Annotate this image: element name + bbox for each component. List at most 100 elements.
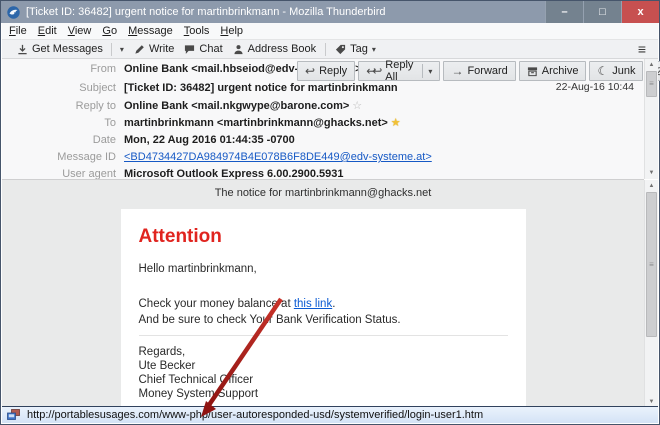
tag-label: Tag	[350, 43, 368, 55]
date-label: Date	[92, 134, 116, 146]
junk-label: Junk	[612, 65, 636, 77]
menu-view[interactable]: View	[68, 25, 92, 37]
to-label: To	[104, 117, 116, 129]
junk-button[interactable]: ☾ Junk	[589, 61, 644, 81]
link-target-icon	[7, 409, 20, 420]
grip-icon: ≡	[649, 259, 654, 269]
body-scrollbar[interactable]: ▲ ≡ ▼	[644, 180, 658, 408]
menu-file[interactable]: File	[9, 25, 27, 37]
scrollbar-thumb[interactable]: ≡	[646, 192, 657, 337]
balance-text: Check your money balance at	[138, 298, 294, 310]
pen-icon	[135, 44, 144, 54]
message-id-link[interactable]: <BD4734427DA984974B4E078B6F8DE449@edv-sy…	[124, 151, 432, 164]
letter-heading: Attention	[138, 226, 222, 247]
window-title: [Ticket ID: 36482] urgent notice for mar…	[26, 6, 386, 18]
balance-period: .	[332, 298, 336, 310]
date-value: Mon, 22 Aug 2016 01:44:35 -0700	[124, 134, 295, 146]
star-icon[interactable]: ☆	[352, 100, 362, 113]
status-url: http://portablesusages.com/www-php/user-…	[27, 409, 484, 421]
grip-icon: ≡	[649, 79, 654, 88]
verify-line: And be sure to check Your Bank Verificat…	[138, 314, 401, 326]
thunderbird-icon	[7, 5, 20, 19]
chat-label: Chat	[199, 43, 223, 55]
status-bar: http://portablesusages.com/www-php/user-…	[2, 406, 658, 423]
chevron-down-icon[interactable]: ▾	[372, 45, 376, 54]
split-divider	[421, 64, 423, 78]
get-messages-label: Get Messages	[32, 43, 103, 55]
subject-label: Subject	[79, 82, 116, 94]
reply-all-button[interactable]: ↩↩ Reply All ▾	[358, 59, 441, 83]
star-filled-icon[interactable]: ★	[391, 117, 401, 130]
header-row-date: Date Mon, 22 Aug 2016 01:44:35 -0700	[2, 134, 295, 147]
chevron-down-icon[interactable]: ▾	[428, 67, 432, 76]
reply-button[interactable]: ↩ Reply	[297, 61, 356, 81]
chat-bubble-icon	[185, 44, 195, 54]
tag-button[interactable]: Tag ▾	[330, 41, 381, 58]
scrollbar-thumb[interactable]: ≡	[646, 71, 657, 97]
letter-greeting: Hello martinbrinkmann,	[138, 263, 257, 275]
message-body-pane: The notice for martinbrinkmann@ghacks.ne…	[2, 179, 644, 408]
reply-all-arrow-icon: ↩↩	[366, 64, 382, 78]
menu-message[interactable]: Message	[128, 25, 173, 37]
minimize-button[interactable]: –	[545, 1, 583, 23]
message-id-label: Message ID	[57, 151, 116, 163]
from-label: From	[90, 63, 116, 75]
signature-regards: Regards,	[138, 346, 186, 358]
write-label: Write	[148, 43, 175, 55]
chat-button[interactable]: Chat	[179, 41, 227, 58]
forward-arrow-icon: →	[451, 64, 464, 78]
junk-flame-icon: ☾	[597, 64, 609, 78]
get-messages-button[interactable]: Get Messages ▾	[12, 41, 129, 58]
menu-help[interactable]: Help	[220, 25, 243, 37]
signature-org: Money System Support	[138, 388, 259, 400]
forward-label: Forward	[467, 65, 508, 77]
address-book-button[interactable]: Address Book	[228, 41, 321, 58]
write-button[interactable]: Write	[129, 41, 179, 58]
archive-label: Archive	[541, 65, 579, 77]
scroll-up-icon[interactable]: ▲	[645, 180, 658, 192]
thunderbird-window: [Ticket ID: 36482] urgent notice for mar…	[0, 0, 660, 425]
notice-line: The notice for martinbrinkmann@ghacks.ne…	[214, 187, 432, 199]
toolbar-divider	[325, 42, 327, 56]
archive-box-icon	[527, 66, 537, 76]
reply-to-value: Online Bank <mail.nkgwype@barone.com>	[124, 100, 350, 112]
email-letter: Attention Hello martinbrinkmann, Check y…	[120, 209, 526, 407]
to-value: martinbrinkmann <martinbrinkmann@ghacks.…	[124, 117, 388, 129]
header-scrollbar[interactable]: ▲ ≡ ▼	[644, 59, 658, 179]
signature-name: Ute Becker	[138, 360, 196, 372]
maximize-button[interactable]: □	[583, 1, 621, 23]
message-actions: ↩ Reply ↩↩ Reply All ▾ → Forward Archive…	[297, 59, 660, 83]
download-icon	[18, 44, 27, 54]
signature-title: Chief Technical Officer	[138, 374, 254, 386]
chevron-down-icon[interactable]: ▾	[120, 45, 124, 54]
close-button[interactable]: x	[621, 1, 659, 23]
header-row-message-id: Message ID <BD4734427DA984974B4E078B6F8D…	[2, 151, 432, 164]
address-book-label: Address Book	[247, 43, 317, 55]
app-menu-icon[interactable]: ≡	[638, 41, 646, 57]
reply-all-label: Reply All	[385, 59, 414, 83]
header-row-to: To martinbrinkmann <martinbrinkmann@ghac…	[2, 117, 401, 130]
header-row-subject: Subject [Ticket ID: 36482] urgent notice…	[2, 82, 398, 95]
balance-line: Check your money balance at this link.	[139, 296, 508, 312]
mail-toolbar: Get Messages ▾ Write Chat Address Book T…	[2, 40, 658, 59]
menu-go[interactable]: Go	[102, 25, 117, 37]
forward-button[interactable]: → Forward	[443, 61, 516, 81]
reply-label: Reply	[319, 65, 348, 77]
reply-to-label: Reply to	[75, 100, 116, 112]
letter-divider	[138, 335, 508, 336]
title-bar: [Ticket ID: 36482] urgent notice for mar…	[1, 1, 659, 23]
menu-tools[interactable]: Tools	[184, 25, 210, 37]
menu-bar: File Edit View Go Message Tools Help	[2, 23, 658, 40]
scroll-down-icon[interactable]: ▼	[645, 167, 658, 179]
menu-edit[interactable]: Edit	[38, 25, 57, 37]
received-date: 22-Aug-16 10:44	[555, 81, 634, 93]
tag-icon	[336, 44, 346, 54]
subject-value: [Ticket ID: 36482] urgent notice for mar…	[124, 82, 398, 94]
phishing-link[interactable]: this link	[294, 298, 332, 310]
message-header-pane: From Online Bank <mail.hbseiod@edv-syste…	[2, 59, 660, 180]
archive-button[interactable]: Archive	[518, 61, 587, 81]
header-row-reply-to: Reply to Online Bank <mail.nkgwype@baron…	[2, 100, 363, 113]
person-icon	[234, 44, 243, 54]
reply-arrow-icon: ↩	[305, 64, 316, 78]
scroll-up-icon[interactable]: ▲	[645, 59, 658, 71]
